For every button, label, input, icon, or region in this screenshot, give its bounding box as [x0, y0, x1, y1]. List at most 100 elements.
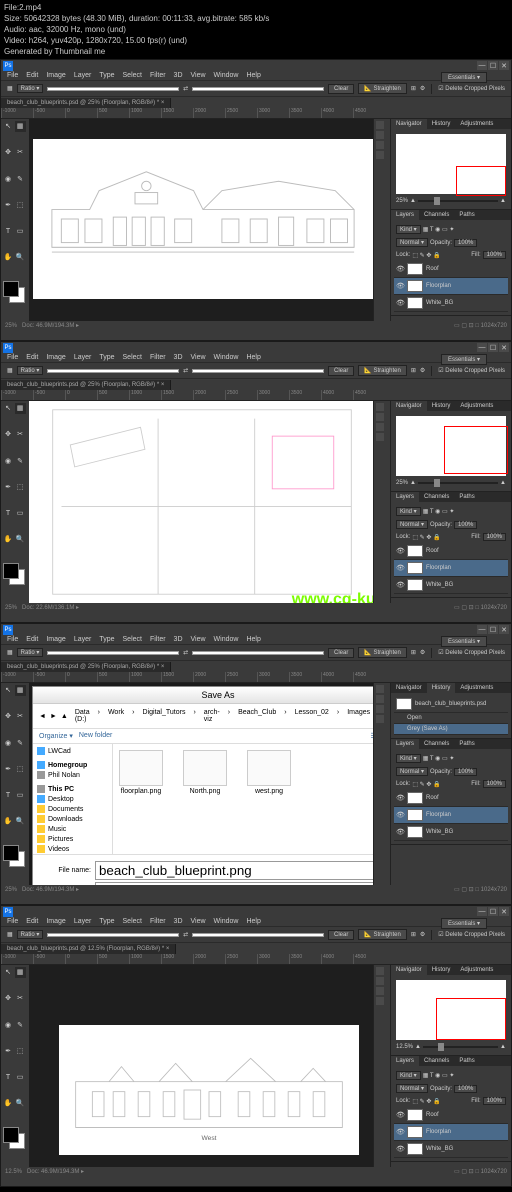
- tool-4[interactable]: ◉: [3, 173, 14, 184]
- zoom-slider[interactable]: [418, 200, 498, 202]
- file-item[interactable]: North.png: [183, 750, 227, 848]
- menu-view[interactable]: View: [191, 918, 206, 925]
- tool-9[interactable]: ▭: [15, 1072, 26, 1083]
- tab-history[interactable]: History: [427, 965, 456, 975]
- breadcrumb-seg[interactable]: Data (D:): [72, 708, 93, 724]
- visibility-icon[interactable]: 👁: [396, 1145, 404, 1153]
- nav-back-icon[interactable]: ◄: [39, 713, 46, 720]
- sidebar-item[interactable]: Music: [35, 824, 110, 834]
- canvas-area[interactable]: Save As✕ ◄►▲Data (D:)›Work›Digital_Tutor…: [29, 683, 373, 885]
- canvas-area[interactable]: [29, 119, 373, 321]
- tab-history[interactable]: History: [427, 401, 456, 411]
- menu-layer[interactable]: Layer: [74, 636, 92, 643]
- history-step[interactable]: Grey (Save As): [394, 724, 508, 735]
- color-swatches[interactable]: [3, 563, 25, 585]
- tool-3[interactable]: ✂: [15, 711, 26, 722]
- maximize-button[interactable]: ☐: [488, 343, 498, 352]
- minimize-button[interactable]: —: [477, 343, 487, 352]
- tool-8[interactable]: T: [3, 226, 14, 237]
- tab-adjustments[interactable]: Adjustments: [455, 401, 498, 411]
- maximize-button[interactable]: ☐: [488, 907, 498, 916]
- nav-up-icon[interactable]: ▲: [61, 713, 68, 720]
- close-button[interactable]: ✕: [499, 907, 509, 916]
- menu-view[interactable]: View: [191, 72, 206, 79]
- document-tab[interactable]: beach_club_blueprints.psd @ 25% (Floorpl…: [1, 98, 171, 108]
- tab-layers[interactable]: Layers: [391, 210, 419, 220]
- menu-type[interactable]: Type: [99, 918, 114, 925]
- breadcrumb-seg[interactable]: Lesson_02: [292, 708, 332, 724]
- tool-4[interactable]: ◉: [3, 737, 14, 748]
- tool-10[interactable]: ✋: [3, 534, 14, 545]
- view-icon[interactable]: ☷ ▾: [371, 732, 373, 740]
- menu-help[interactable]: Help: [246, 636, 260, 643]
- tab-history[interactable]: History: [427, 119, 456, 129]
- menu-3d[interactable]: 3D: [174, 918, 183, 925]
- menu-window[interactable]: Window: [214, 918, 239, 925]
- filename-input[interactable]: [95, 861, 373, 880]
- menu-image[interactable]: Image: [46, 918, 65, 925]
- sidebar-item[interactable]: Phil Nolan: [35, 770, 110, 780]
- color-swatches[interactable]: [3, 845, 25, 867]
- canvas-area[interactable]: www.cg-ku.com: [29, 401, 373, 603]
- menu-help[interactable]: Help: [246, 918, 260, 925]
- tool-9[interactable]: ▭: [15, 508, 26, 519]
- layer-row[interactable]: 👁Roof: [394, 261, 508, 278]
- straighten-button[interactable]: 📐 Straighten: [358, 929, 407, 940]
- tool-2[interactable]: ✥: [3, 147, 14, 158]
- sidebar-item[interactable]: Downloads: [35, 814, 110, 824]
- zoom-in-icon[interactable]: ▲: [500, 1044, 506, 1050]
- gear-icon[interactable]: ⚙: [420, 649, 425, 656]
- tool-5[interactable]: ✎: [15, 737, 26, 748]
- tool-0[interactable]: ↖: [3, 121, 14, 132]
- document-tab[interactable]: beach_club_blueprints.psd @ 25% (Floorpl…: [1, 662, 171, 672]
- tool-7[interactable]: ⬚: [15, 199, 26, 210]
- visibility-icon[interactable]: 👁: [396, 1111, 404, 1119]
- fill-value[interactable]: 100%: [483, 533, 506, 541]
- collapsed-panels[interactable]: [373, 401, 390, 603]
- tab-navigator[interactable]: Navigator: [391, 683, 427, 693]
- tool-1[interactable]: ▦: [15, 403, 26, 414]
- tab-history[interactable]: History: [427, 683, 456, 693]
- tool-5[interactable]: ✎: [15, 173, 26, 184]
- zoom-out-icon[interactable]: ▲: [410, 198, 416, 204]
- layer-row[interactable]: 👁White_BG: [394, 577, 508, 594]
- tool-6[interactable]: ✒: [3, 199, 14, 210]
- tool-11[interactable]: 🔍: [15, 1098, 26, 1109]
- tab-paths[interactable]: Paths: [454, 492, 479, 502]
- tool-10[interactable]: ✋: [3, 1098, 14, 1109]
- tool-11[interactable]: 🔍: [15, 534, 26, 545]
- tab-layers[interactable]: Layers: [391, 1056, 419, 1066]
- layer-row[interactable]: 👁White_BG: [394, 295, 508, 312]
- collapsed-panels[interactable]: [373, 119, 390, 321]
- sidebar-item[interactable]: Desktop: [35, 794, 110, 804]
- fill-value[interactable]: 100%: [483, 780, 506, 788]
- menu-window[interactable]: Window: [214, 72, 239, 79]
- menu-image[interactable]: Image: [46, 354, 65, 361]
- grid-icon[interactable]: ⊞: [411, 367, 416, 374]
- tool-5[interactable]: ✎: [15, 455, 26, 466]
- menu-filter[interactable]: Filter: [150, 72, 166, 79]
- color-swatches[interactable]: [3, 1127, 25, 1149]
- crop-icon[interactable]: ▦: [7, 931, 13, 938]
- layer-row[interactable]: 👁Roof: [394, 1107, 508, 1124]
- zoom-slider[interactable]: [423, 1046, 498, 1048]
- close-button[interactable]: ✕: [499, 343, 509, 352]
- menu-edit[interactable]: Edit: [26, 354, 38, 361]
- ratio-w[interactable]: [47, 651, 179, 655]
- history-step[interactable]: Open: [394, 713, 508, 724]
- sidebar-item[interactable]: LWCad: [35, 746, 110, 756]
- sidebar-item[interactable]: This PC: [35, 784, 110, 794]
- tool-11[interactable]: 🔍: [15, 816, 26, 827]
- ratio-dropdown[interactable]: Ratio ▾: [17, 366, 44, 375]
- layer-row[interactable]: 👁White_BG: [394, 824, 508, 841]
- menu-view[interactable]: View: [191, 354, 206, 361]
- menu-edit[interactable]: Edit: [26, 72, 38, 79]
- kind-filter[interactable]: Kind ▾: [396, 225, 421, 234]
- breadcrumb-seg[interactable]: arch-viz: [201, 708, 223, 724]
- layer-row[interactable]: 👁Floorplan: [394, 560, 508, 577]
- tab-channels[interactable]: Channels: [419, 492, 454, 502]
- tool-6[interactable]: ✒: [3, 481, 14, 492]
- layer-row[interactable]: 👁Floorplan: [394, 807, 508, 824]
- sidebar-item[interactable]: Videos: [35, 844, 110, 854]
- tool-4[interactable]: ◉: [3, 455, 14, 466]
